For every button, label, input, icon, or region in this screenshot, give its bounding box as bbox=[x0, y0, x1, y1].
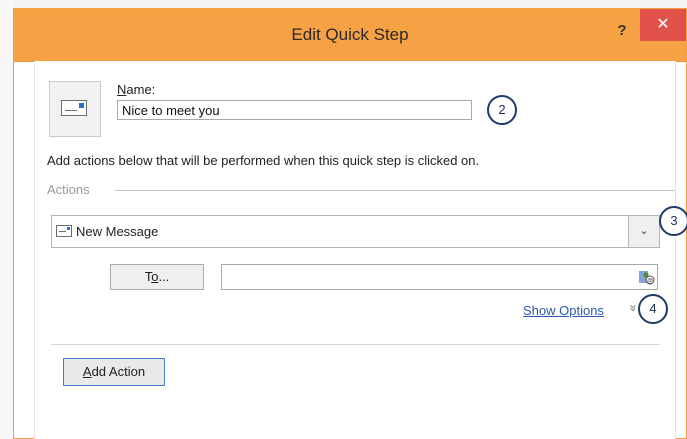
to-recipients-field[interactable]: @ bbox=[221, 264, 658, 290]
add-action-button[interactable]: Add Action bbox=[63, 358, 165, 386]
action-select[interactable]: New Message ⌄ bbox=[51, 215, 660, 248]
callout-2: 2 bbox=[487, 95, 517, 125]
instructions-text: Add actions below that will be performed… bbox=[47, 153, 480, 168]
action-select-value: New Message bbox=[76, 224, 159, 239]
name-input[interactable] bbox=[117, 100, 472, 120]
title-bar: Edit Quick Step ? ✕ bbox=[14, 9, 686, 62]
actions-section-label: Actions bbox=[47, 182, 90, 197]
name-label: Name: bbox=[117, 82, 156, 97]
new-message-icon bbox=[56, 225, 72, 237]
help-button[interactable]: ? bbox=[609, 20, 635, 42]
to-button[interactable]: To... bbox=[110, 264, 204, 290]
actions-divider bbox=[115, 190, 675, 191]
background-window-top bbox=[14, 0, 687, 8]
callout-4: 4 bbox=[638, 294, 668, 324]
svg-text:@: @ bbox=[647, 278, 653, 284]
callout-3: 3 bbox=[659, 206, 687, 236]
dialog-content: Name: 2 Add actions below that will be p… bbox=[34, 61, 687, 439]
show-options-link[interactable]: Show Options bbox=[523, 303, 604, 318]
envelope-icon bbox=[61, 100, 87, 116]
close-button[interactable]: ✕ bbox=[640, 9, 686, 41]
address-book-icon[interactable]: @ bbox=[638, 269, 655, 286]
dialog-title: Edit Quick Step bbox=[291, 25, 409, 44]
section-divider bbox=[51, 344, 660, 345]
edit-quick-step-dialog: Edit Quick Step ? ✕ Name: 2 Add actions … bbox=[13, 8, 687, 439]
chevron-down-icon[interactable]: ⌄ bbox=[628, 216, 659, 247]
quick-step-icon-button[interactable] bbox=[49, 81, 101, 137]
